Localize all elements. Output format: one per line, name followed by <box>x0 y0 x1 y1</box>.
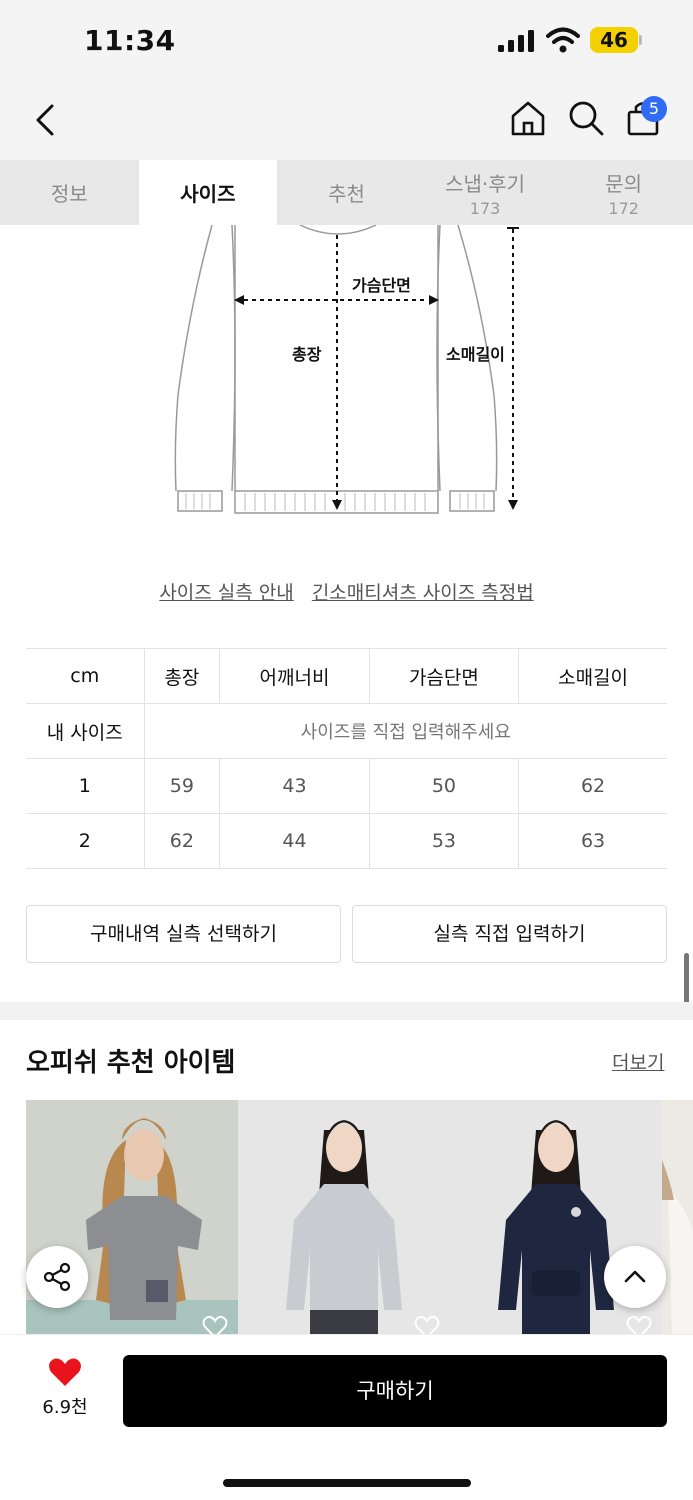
cart-count-badge: 5 <box>641 96 667 122</box>
my-size-row: 내 사이즈 사이즈를 직접 입력해주세요 <box>26 703 667 759</box>
measure-method-link[interactable]: 긴소매티셔츠 사이즈 측정법 <box>312 582 534 604</box>
my-size-label: 내 사이즈 <box>26 703 144 759</box>
like-count: 6.9천 <box>42 1397 88 1418</box>
tab-inquiry[interactable]: 문의 172 <box>554 160 693 225</box>
value-cell: 63 <box>518 813 667 869</box>
sweatshirt-diagram <box>174 225 519 514</box>
value-cell: 59 <box>143 758 220 814</box>
tab-label: 스냅·후기 <box>445 171 526 196</box>
product-card[interactable] <box>238 1100 450 1334</box>
header-cell: 소매길이 <box>518 648 667 704</box>
signal-icon <box>498 30 534 52</box>
product-image <box>662 1100 693 1334</box>
buy-button[interactable]: 구매하기 <box>123 1355 667 1427</box>
wishlist-heart-icon[interactable] <box>626 1314 652 1334</box>
value-cell: 43 <box>219 758 370 814</box>
recommend-title: 오피쉬 추천 아이템 <box>26 1048 236 1078</box>
wifi-icon <box>546 27 580 53</box>
search-icon[interactable] <box>566 98 606 138</box>
unit-cell: cm <box>26 648 144 704</box>
chest-label: 가슴단면 <box>352 276 411 295</box>
tab-label: 사이즈 <box>180 182 236 206</box>
tab-label: 문의 <box>605 171 643 196</box>
value-cell: 44 <box>219 813 370 869</box>
like-button[interactable]: 6.9천 <box>30 1357 100 1419</box>
header-cell: 어깨너비 <box>219 648 370 704</box>
status-bar: 11:34 46 <box>0 0 693 80</box>
home-indicator <box>223 1479 471 1487</box>
value-cell: 62 <box>143 813 220 869</box>
home-icon[interactable] <box>508 98 548 138</box>
wishlist-heart-icon[interactable] <box>202 1314 228 1334</box>
table-row: 1 59 43 50 62 <box>26 758 667 814</box>
battery-indicator: 46 <box>590 27 638 53</box>
back-arrow-icon[interactable] <box>28 100 64 140</box>
value-cell: 50 <box>368 758 519 814</box>
value-cell: 62 <box>518 758 667 814</box>
tab-label: 추천 <box>328 182 365 206</box>
size-cell: 1 <box>26 758 144 814</box>
heart-icon <box>49 1358 81 1386</box>
purchase-history-measure-button[interactable]: 구매내역 실측 선택하기 <box>26 905 341 963</box>
tab-count: 173 <box>469 198 501 218</box>
table-header-row: cm 총장 어깨너비 가슴단면 소매길이 <box>26 648 667 704</box>
share-icon <box>43 1262 71 1292</box>
direct-measure-input-button[interactable]: 실측 직접 입력하기 <box>352 905 667 963</box>
tab-snap-review[interactable]: 스냅·후기 173 <box>416 160 555 225</box>
table-row: 2 62 44 53 63 <box>26 813 667 869</box>
product-card[interactable] <box>662 1100 693 1334</box>
bottom-purchase-bar: 6.9천 구매하기 <box>0 1334 693 1500</box>
wishlist-heart-icon[interactable] <box>414 1314 440 1334</box>
section-divider <box>0 1002 693 1020</box>
size-guide-links: 사이즈 실측 안내 긴소매티셔츠 사이즈 측정법 <box>0 578 693 605</box>
status-time: 11:34 <box>84 24 176 57</box>
size-table: cm 총장 어깨너비 가슴단면 소매길이 내 사이즈 사이즈를 직접 입력해주세… <box>26 648 667 869</box>
scroll-top-button[interactable] <box>604 1246 666 1308</box>
tab-recommend[interactable]: 추천 <box>277 160 416 225</box>
sleeve-label: 소매길이 <box>446 345 505 364</box>
top-nav: 5 <box>0 80 693 160</box>
tab-count: 172 <box>608 198 639 218</box>
more-link[interactable]: 더보기 <box>612 1048 664 1075</box>
chevron-up-icon <box>624 1270 646 1283</box>
size-diagram: 가슴단면 총장 소매길이 <box>0 225 693 545</box>
my-size-input[interactable]: 사이즈를 직접 입력해주세요 <box>143 703 667 759</box>
tab-size[interactable]: 사이즈 <box>138 160 278 225</box>
length-label: 총장 <box>292 345 322 364</box>
recommended-products <box>26 1100 693 1334</box>
header-cell: 총장 <box>143 648 220 704</box>
share-button[interactable] <box>26 1246 88 1308</box>
tab-label: 정보 <box>50 182 88 206</box>
value-cell: 53 <box>368 813 519 869</box>
size-cell: 2 <box>26 813 144 869</box>
product-tabs: 정보 사이즈 추천 스냅·후기 173 문의 172 <box>0 160 693 225</box>
product-image <box>238 1100 450 1334</box>
size-guide-link[interactable]: 사이즈 실측 안내 <box>159 582 293 604</box>
header-cell: 가슴단면 <box>368 648 519 704</box>
battery-tip <box>639 35 642 45</box>
tab-info[interactable]: 정보 <box>0 160 139 225</box>
